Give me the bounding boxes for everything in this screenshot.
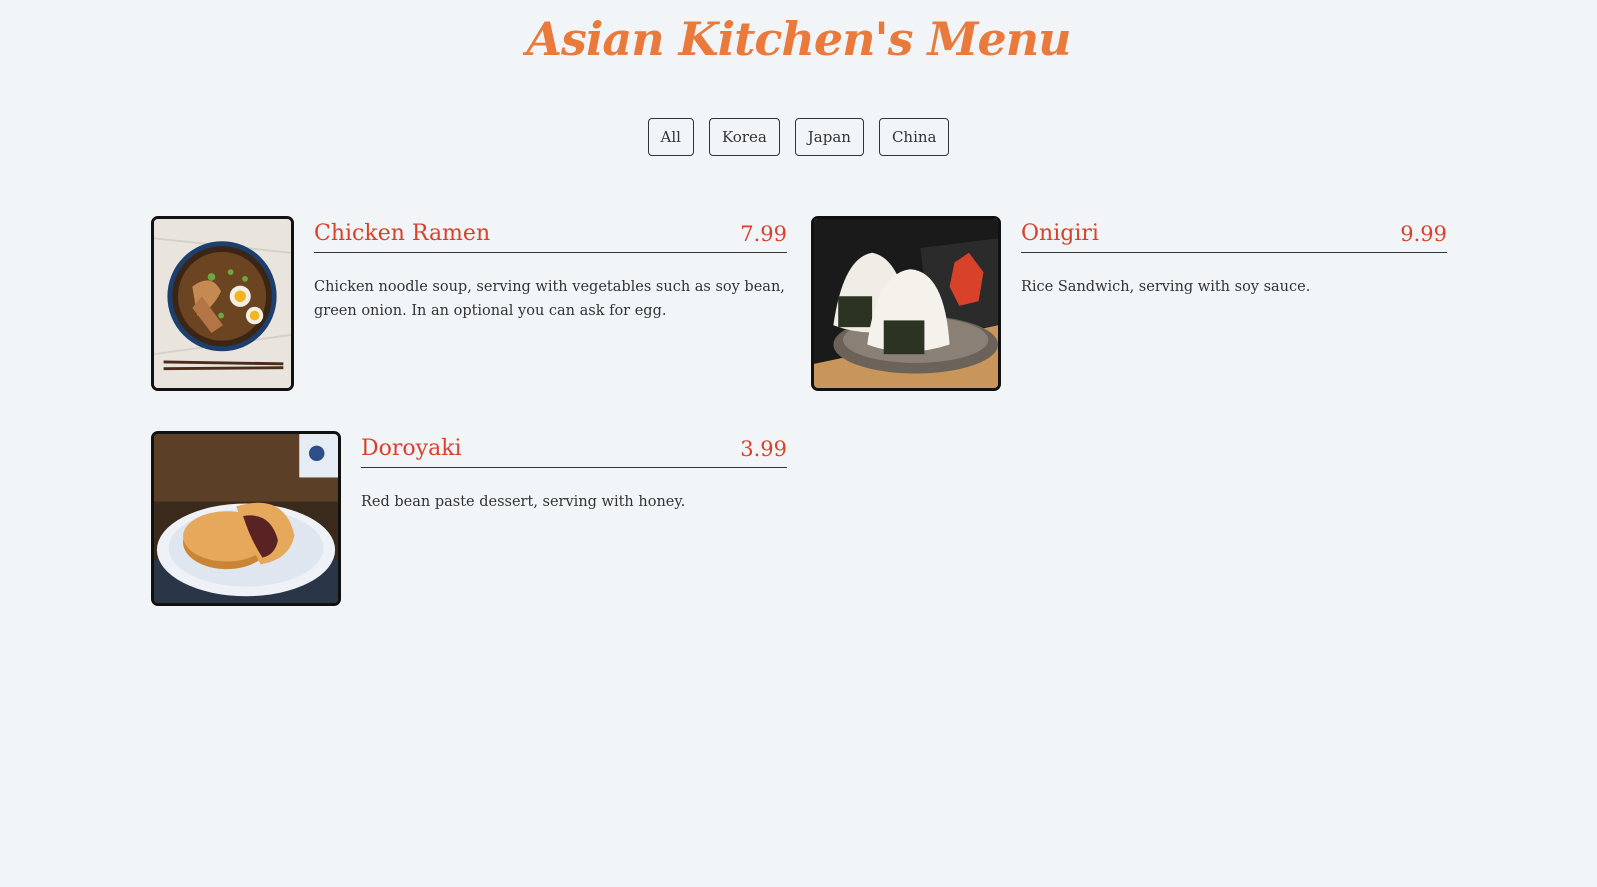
doroyaki-image [151, 431, 341, 606]
menu-item-chicken-ramen: Chicken Ramen 7.99 Chicken noodle soup, … [151, 216, 787, 391]
item-price: 9.99 [1400, 222, 1447, 246]
onigiri-header: Onigiri 9.99 [1021, 216, 1447, 253]
item-price: 3.99 [740, 437, 787, 461]
item-name: Onigiri [1021, 221, 1099, 246]
ramen-image [151, 216, 294, 391]
menu-item-onigiri: Onigiri 9.99 Rice Sandwich, serving with… [811, 216, 1447, 391]
item-price: 7.99 [740, 222, 787, 246]
onigiri-info: Onigiri 9.99 Rice Sandwich, serving with… [1021, 216, 1447, 391]
item-description: Rice Sandwich, serving with soy sauce. [1021, 279, 1311, 295]
doroyaki-info: Doroyaki 3.99 Red bean paste dessert, se… [361, 431, 787, 606]
item-name: Chicken Ramen [314, 221, 491, 246]
page-title: Asian Kitchen's Menu [526, 12, 1071, 66]
menu-item-doroyaki: Doroyaki 3.99 Red bean paste dessert, se… [151, 431, 787, 606]
filter-japan-button[interactable]: Japan [794, 118, 864, 156]
item-name: Doroyaki [361, 436, 462, 461]
filter-all-button[interactable]: All [647, 118, 694, 156]
filter-china-button[interactable]: China [878, 118, 950, 156]
category-filters: All Korea Japan China [0, 118, 1597, 156]
ramen-info: Chicken Ramen 7.99 Chicken noodle soup, … [314, 216, 787, 391]
item-description: Chicken noodle soup, serving with vegeta… [314, 279, 785, 319]
filter-korea-button[interactable]: Korea [708, 118, 780, 156]
onigiri-image [811, 216, 1001, 391]
doroyaki-header: Doroyaki 3.99 [361, 431, 787, 468]
ramen-header: Chicken Ramen 7.99 [314, 216, 787, 253]
item-description: Red bean paste dessert, serving with hon… [361, 494, 686, 510]
